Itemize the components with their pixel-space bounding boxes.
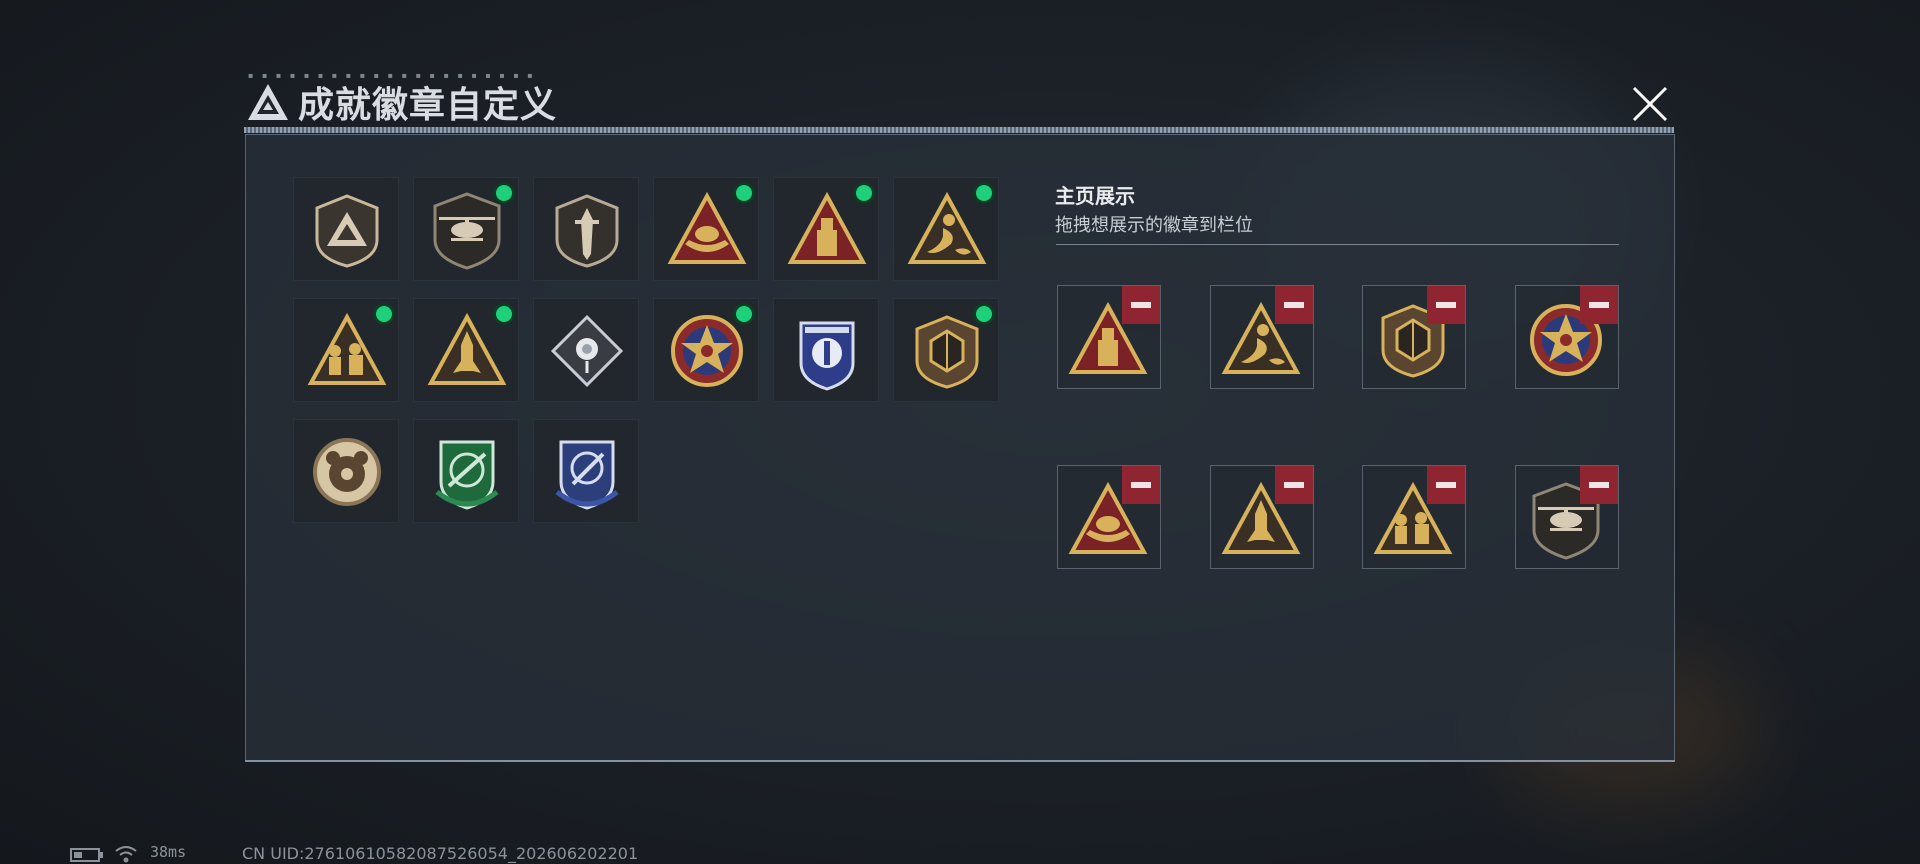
badge-tile[interactable]	[773, 177, 879, 281]
badge-tile[interactable]	[893, 298, 999, 402]
badge-tile[interactable]	[533, 298, 639, 402]
triangle-boat-badge-icon	[667, 191, 747, 264]
panel-bottom-border	[245, 760, 1675, 762]
shield-triangle-badge-icon	[315, 194, 379, 268]
triangle-tower-badge-icon	[787, 191, 867, 264]
new-indicator-dot	[976, 306, 992, 322]
ping-readout: 38ms	[150, 843, 187, 861]
new-indicator-dot	[736, 185, 752, 201]
dialog-header: ▪ ▪ ▪ ▪ ▪ ▪ ▪ ▪ ▪ ▪ ▪ ▪ ▪ ▪ ▪ ▪ ▪ ▪ ▪ ▪ …	[240, 71, 1680, 134]
badge-tile[interactable]	[653, 177, 759, 281]
badge-tile[interactable]	[413, 419, 519, 523]
new-indicator-dot	[856, 185, 872, 201]
new-indicator-dot	[496, 185, 512, 201]
new-indicator-dot	[496, 306, 512, 322]
blue-police-shield-badge-icon	[799, 321, 855, 391]
badge-tile[interactable]	[293, 177, 399, 281]
new-indicator-dot	[736, 306, 752, 322]
badge-tile[interactable]	[533, 177, 639, 281]
showcase-slot[interactable]	[1209, 285, 1314, 389]
badge-tile[interactable]	[533, 419, 639, 523]
showcase-slot[interactable]	[1057, 285, 1161, 389]
new-indicator-dot	[976, 185, 992, 201]
battery-icon	[70, 848, 103, 862]
diamond-rose-badge-icon	[550, 314, 624, 388]
showcase-divider	[1056, 244, 1619, 245]
showcase-subtitle: 拖拽想展示的徽章到栏位	[1055, 215, 1253, 236]
showcase-title: 主页展示	[1055, 184, 1135, 208]
remove-icon[interactable]	[1579, 466, 1618, 504]
shield-dice-badge-icon	[915, 315, 979, 389]
green-rifle-shield-badge-icon	[435, 440, 499, 510]
showcase-slot[interactable]	[1362, 465, 1466, 569]
wifi-icon	[115, 846, 137, 863]
header-divider	[244, 127, 1674, 133]
new-indicator-dot	[376, 306, 392, 322]
badge-tile[interactable]	[773, 298, 879, 402]
badge-tile[interactable]	[653, 298, 759, 402]
badge-tile[interactable]	[413, 177, 519, 281]
showcase-slot[interactable]	[1514, 465, 1619, 569]
triangle-soldiers-badge-icon	[307, 312, 387, 385]
showcase-slot[interactable]	[1209, 465, 1314, 569]
showcase-slot[interactable]	[1514, 285, 1619, 389]
uid-label: CN UID:27610610582087526054_202606202201	[242, 844, 639, 863]
remove-icon[interactable]	[1122, 286, 1160, 324]
remove-icon[interactable]	[1427, 286, 1465, 324]
blue-knife-shield-badge-icon	[555, 440, 619, 510]
helicopter-badge-icon	[433, 192, 501, 270]
remove-icon[interactable]	[1122, 466, 1160, 504]
dialog-title: 成就徽章自定义	[298, 85, 558, 126]
remove-icon[interactable]	[1274, 286, 1313, 324]
showcase-slot[interactable]	[1362, 285, 1466, 389]
remove-icon[interactable]	[1427, 466, 1465, 504]
dagger-shield-badge-icon	[555, 194, 619, 268]
badge-tile[interactable]	[893, 177, 999, 281]
star-roundel-badge-icon	[671, 315, 743, 387]
triangle-rocket-badge-icon	[427, 312, 507, 385]
remove-icon[interactable]	[1579, 286, 1618, 324]
round-bear-badge-icon	[313, 438, 381, 506]
remove-icon[interactable]	[1274, 466, 1313, 504]
close-icon[interactable]	[1628, 82, 1672, 126]
badge-tile[interactable]	[293, 298, 399, 402]
triangle-logo-icon	[248, 84, 288, 120]
showcase-slot[interactable]	[1057, 465, 1161, 569]
triangle-mermaid-badge-icon	[907, 191, 987, 264]
badge-tile[interactable]	[293, 419, 399, 523]
badge-tile[interactable]	[413, 298, 519, 402]
